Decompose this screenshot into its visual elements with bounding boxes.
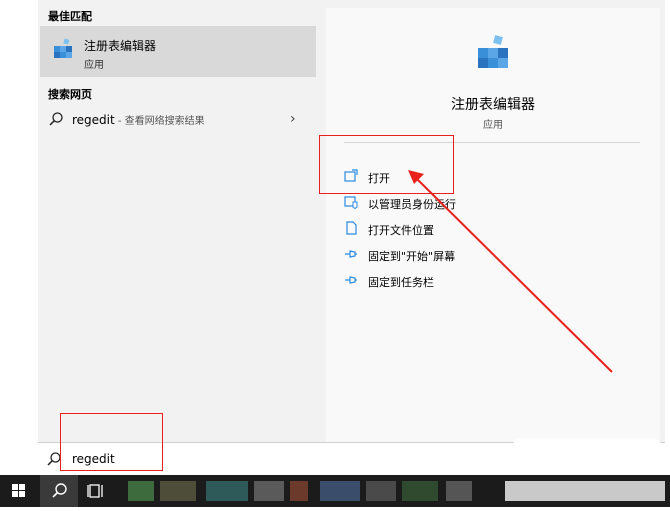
web-search-hint: - 查看网络搜索结果: [114, 116, 205, 127]
taskbar-app-icon[interactable]: [402, 481, 438, 501]
best-match-name: 注册表编辑器: [84, 39, 157, 53]
shield-admin-icon: [344, 196, 358, 209]
results-column: 最佳匹配 注册表编辑器 应用 搜索网页 regedit - 查看网络搜索结果 ›: [38, 0, 324, 442]
taskbar-app-icon[interactable]: [254, 481, 284, 501]
app-type: 应用: [483, 120, 503, 131]
taskbar-app-icon[interactable]: [366, 481, 396, 501]
desktop-background-right: [665, 0, 670, 475]
taskbar-app-icon[interactable]: [160, 481, 196, 501]
app-title: 注册表编辑器: [451, 97, 535, 113]
search-icon[interactable]: [40, 475, 78, 507]
chevron-right-icon[interactable]: ›: [290, 111, 296, 127]
web-search-heading: 搜索网页: [48, 88, 92, 101]
best-match-heading: 最佳匹配: [48, 10, 92, 23]
best-match-item[interactable]: 注册表编辑器 应用: [40, 26, 316, 77]
best-match-type: 应用: [84, 60, 104, 71]
taskbar-blurred-tray: [505, 481, 665, 501]
annotation-box-open: [319, 135, 454, 194]
action-pin-to-taskbar[interactable]: 固定到任务栏: [344, 272, 544, 292]
start-search-panel: 最佳匹配 注册表编辑器 应用 搜索网页 regedit - 查看网络搜索结果 ›…: [38, 0, 665, 442]
windows-start-icon[interactable]: [0, 475, 38, 507]
web-search-result[interactable]: regedit - 查看网络搜索结果 ›: [40, 108, 316, 132]
taskbar-app-icon[interactable]: [290, 481, 308, 501]
annotation-box-search: [60, 413, 163, 471]
regedit-icon: [54, 38, 72, 58]
taskbar-app-icon[interactable]: [128, 481, 154, 501]
action-open-file-location[interactable]: 打开文件位置: [344, 220, 544, 240]
web-search-query: regedit: [72, 113, 115, 127]
action-open-file-location-label: 打开文件位置: [368, 224, 434, 237]
search-icon: [49, 112, 63, 126]
taskbar: [0, 475, 670, 507]
desktop-background: [0, 0, 38, 475]
blurred-overlay: [512, 438, 662, 480]
pin-icon: [345, 250, 357, 258]
taskbar-app-icon[interactable]: [206, 481, 248, 501]
regedit-large-icon: [478, 35, 508, 68]
action-pin-to-start-label: 固定到"开始"屏幕: [368, 250, 456, 263]
pin-icon: [345, 276, 357, 284]
task-view-icon[interactable]: [78, 475, 116, 507]
action-run-as-admin-label: 以管理员身份运行: [368, 198, 456, 211]
action-run-as-admin[interactable]: 以管理员身份运行: [344, 194, 544, 214]
app-detail-pane: 注册表编辑器 应用 打开 以管理员身份运行 打开文件位置 固定到"开始"屏幕 固…: [326, 8, 660, 442]
file-location-icon: [346, 221, 357, 235]
action-pin-to-start[interactable]: 固定到"开始"屏幕: [344, 246, 544, 266]
taskbar-app-icon[interactable]: [446, 481, 472, 501]
action-pin-to-taskbar-label: 固定到任务栏: [368, 276, 434, 289]
taskbar-app-icon[interactable]: [320, 481, 360, 501]
